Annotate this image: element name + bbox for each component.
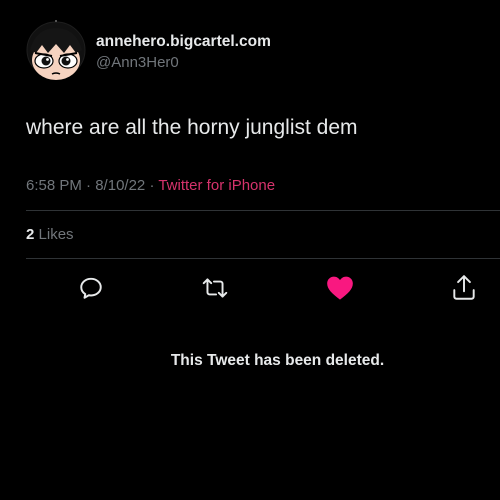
reply-button[interactable] bbox=[77, 274, 105, 302]
reply-icon bbox=[80, 277, 102, 299]
retweet-icon bbox=[202, 278, 228, 298]
likes-stat[interactable]: 2 Likes bbox=[26, 225, 74, 245]
avatar[interactable] bbox=[26, 14, 86, 82]
likes-count: 2 bbox=[26, 226, 35, 243]
tweet-text: where are all the horny junglist dem bbox=[26, 116, 358, 139]
likes-label: Likes bbox=[38, 226, 74, 243]
divider bbox=[26, 210, 500, 211]
retweet-button[interactable] bbox=[201, 274, 229, 302]
user-handle[interactable]: @Ann3Her0 bbox=[96, 53, 271, 73]
tweet-source-link[interactable]: Twitter for iPhone bbox=[158, 177, 275, 194]
like-button[interactable] bbox=[326, 274, 354, 302]
user-info: annehero.bigcartel.com @Ann3Her0 bbox=[96, 32, 271, 73]
powerpuff-girl-avatar-icon bbox=[26, 14, 86, 80]
share-button[interactable] bbox=[450, 274, 478, 302]
tweet-time[interactable]: 6:58 PM bbox=[26, 177, 82, 194]
heart-icon bbox=[327, 276, 353, 300]
share-icon bbox=[453, 275, 475, 300]
tweet-container: annehero.bigcartel.com @Ann3Her0 where a… bbox=[0, 0, 500, 500]
tweet-meta: 6:58 PM · 8/10/22 · Twitter for iPhone bbox=[26, 176, 275, 196]
meta-separator: · bbox=[86, 177, 92, 194]
divider bbox=[26, 258, 500, 259]
tweet-date[interactable]: 8/10/22 bbox=[95, 177, 145, 194]
deleted-notice: This Tweet has been deleted. bbox=[170, 352, 385, 369]
meta-separator: · bbox=[149, 177, 155, 194]
display-name[interactable]: annehero.bigcartel.com bbox=[96, 32, 271, 52]
